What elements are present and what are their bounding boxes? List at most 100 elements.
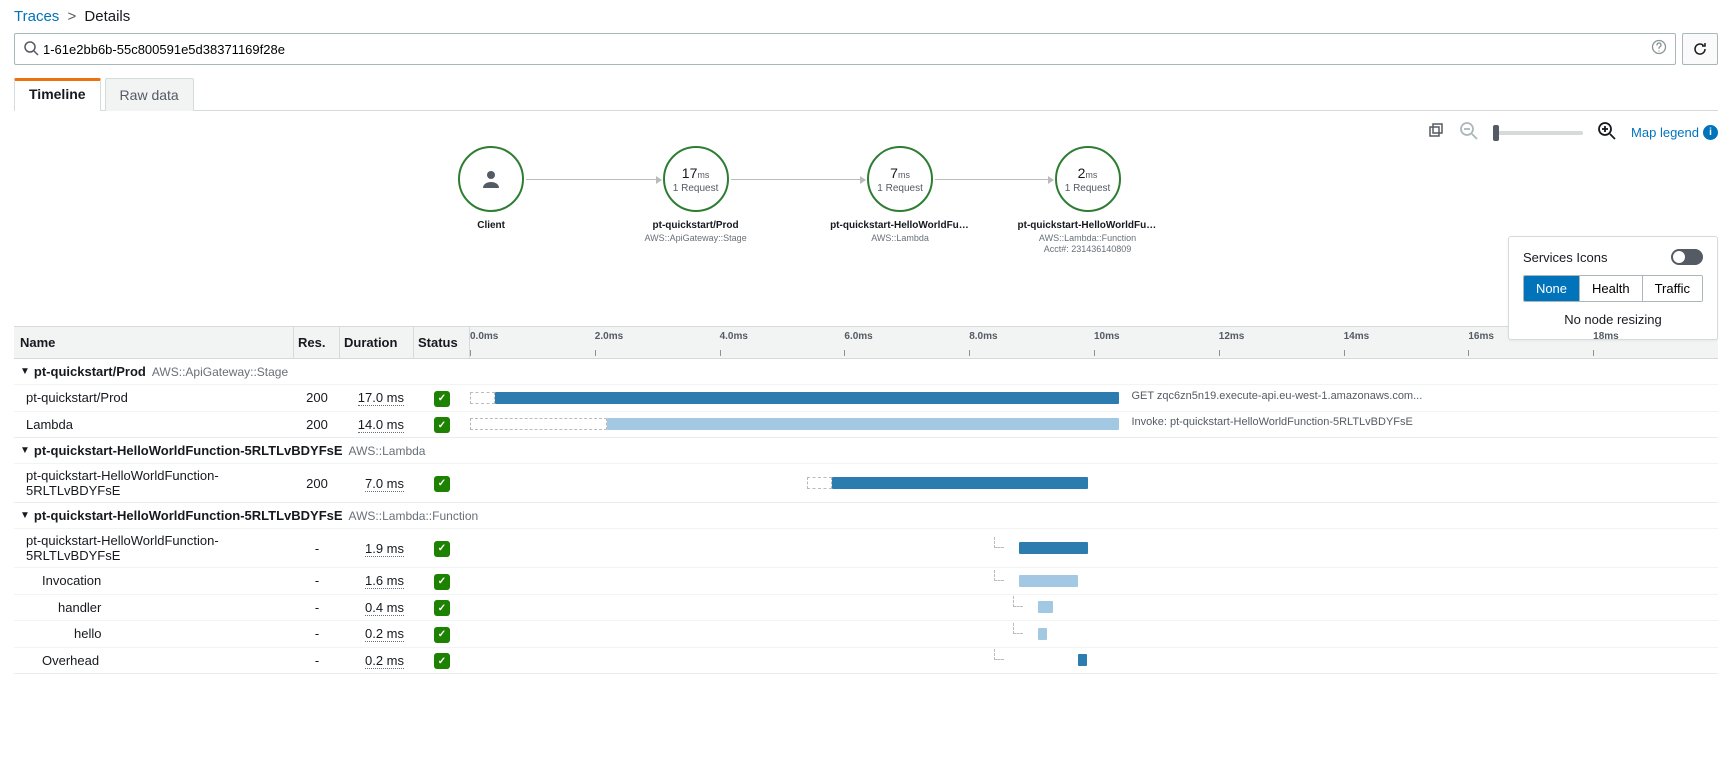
- group-header[interactable]: ▼pt-quickstart-HelloWorldFunction-5RLTLv…: [14, 503, 1718, 528]
- check-icon: ✓: [434, 574, 450, 590]
- segment-bar-area: [470, 537, 1718, 559]
- seg-traffic[interactable]: Traffic: [1643, 276, 1702, 301]
- timeline-bar: [1038, 628, 1047, 640]
- segment-bar-area: GET zqc6zn5n19.execute-api.eu-west-1.ama…: [470, 387, 1718, 409]
- help-icon[interactable]: [1651, 39, 1667, 59]
- bar-label: GET zqc6zn5n19.execute-api.eu-west-1.ama…: [1131, 390, 1422, 402]
- zoom-in-icon[interactable]: [1597, 121, 1617, 144]
- segment-name: Overhead: [14, 649, 294, 672]
- group-header[interactable]: ▼ pt-quickstart/Prod AWS::ApiGateway::Stag…: [14, 359, 1718, 384]
- tabs: Timeline Raw data: [14, 77, 1718, 111]
- segment-status: ✓: [414, 412, 470, 438]
- search-box[interactable]: [14, 33, 1676, 65]
- segment-status: ✓: [414, 595, 470, 621]
- breadcrumb: Traces > Details: [0, 0, 1732, 33]
- breadcrumb-sep: >: [67, 8, 76, 25]
- segment-name: pt-quickstart-HelloWorldFunction-5RLTLvB…: [14, 464, 294, 502]
- table-row[interactable]: Lambda20014.0 ms ✓ Invoke: pt-quickstart-H…: [14, 411, 1718, 438]
- search-icon: [23, 40, 39, 59]
- segment-status: ✓: [414, 648, 470, 674]
- segment-response: -: [294, 649, 340, 672]
- group-type: AWS::Lambda::Function: [349, 509, 479, 523]
- segment-bar-area: Invoke: pt-quickstart-HelloWorldFunction…: [470, 413, 1718, 435]
- segment-duration: 0.2 ms: [340, 649, 414, 672]
- search-input[interactable]: [39, 36, 1651, 63]
- breadcrumb-current: Details: [84, 8, 130, 25]
- table-row[interactable]: pt-quickstart-HelloWorldFunction-5RLTLvB…: [14, 528, 1718, 567]
- tick: 14ms: [1344, 327, 1469, 358]
- service-map[interactable]: Client 17ms 1 Request pt-quickstart/Prod…: [14, 146, 1718, 326]
- chevron-down-icon: ▼: [20, 366, 30, 377]
- segment-status: ✓: [414, 470, 470, 496]
- zoom-slider[interactable]: [1493, 131, 1583, 135]
- segment-duration: 17.0 ms: [340, 386, 414, 409]
- segment-response: -: [294, 569, 340, 592]
- tick: 18ms: [1593, 327, 1718, 358]
- map-node-apigateway[interactable]: 17ms 1 Request pt-quickstart/Prod AWS::A…: [626, 146, 766, 243]
- group-header[interactable]: ▼pt-quickstart-HelloWorldFunction-5RLTLv…: [14, 438, 1718, 463]
- check-icon: ✓: [434, 653, 450, 669]
- segment-response: -: [294, 537, 340, 560]
- segment-status: ✓: [414, 568, 470, 594]
- node-account: Acct#: 231436140809: [1018, 244, 1158, 254]
- tab-timeline[interactable]: Timeline: [14, 78, 101, 111]
- map-legend-link[interactable]: Map legend i: [1631, 125, 1718, 140]
- table-row[interactable]: pt-quickstart-HelloWorldFunction-5RLTLvB…: [14, 463, 1718, 502]
- table-header: Name Res. Duration Status 0.0ms2.0ms4.0m…: [14, 327, 1718, 359]
- map-node-client[interactable]: Client: [421, 146, 561, 231]
- group-name: pt-quickstart/Prod: [34, 364, 146, 379]
- table-row[interactable]: pt-quickstart/Prod20017.0 ms✓ GET zqc6zn5…: [14, 384, 1718, 411]
- breadcrumb-root[interactable]: Traces: [14, 8, 59, 25]
- group-name: pt-quickstart-HelloWorldFunction-5RLTLvB…: [34, 443, 343, 458]
- tick: 0.0ms: [470, 327, 595, 358]
- group-type: AWS::ApiGateway::Stage: [152, 365, 288, 379]
- zoom-out-icon[interactable]: [1459, 121, 1479, 144]
- node-sublabel: AWS::ApiGateway::Stage: [626, 233, 766, 243]
- check-icon: ✓: [434, 600, 450, 616]
- map-mode-segment: None Health Traffic: [1523, 275, 1703, 302]
- map-legend-label: Map legend: [1631, 125, 1699, 140]
- timeline-bar: [607, 418, 1119, 430]
- info-icon: i: [1703, 125, 1718, 140]
- timeline-bar: [1078, 654, 1087, 666]
- segment-duration: 0.2 ms: [340, 622, 414, 645]
- overlap-icon[interactable]: [1427, 122, 1445, 143]
- segment-status: ✓: [414, 535, 470, 561]
- segment-bar-area: [470, 472, 1718, 494]
- segment-bar-area: [470, 649, 1718, 671]
- seg-none[interactable]: None: [1524, 276, 1580, 301]
- map-node-lambda-function[interactable]: 2ms 1 Request pt-quickstart-HelloWorldFu…: [1018, 146, 1158, 254]
- table-row[interactable]: handler-0.4 ms✓: [14, 594, 1718, 621]
- col-res: Res.: [294, 327, 340, 358]
- segment-response: 200: [294, 413, 340, 436]
- table-row[interactable]: Invocation-1.6 ms✓: [14, 567, 1718, 594]
- segment-status: ✓: [414, 385, 470, 411]
- segments-table: Name Res. Duration Status 0.0ms2.0ms4.0m…: [14, 326, 1718, 674]
- bar-label: Invoke: pt-quickstart-HelloWorldFunction…: [1131, 416, 1412, 428]
- node-sublabel: AWS::Lambda::Function: [1018, 233, 1158, 243]
- seg-health[interactable]: Health: [1580, 276, 1643, 301]
- table-row[interactable]: Overhead-0.2 ms ✓: [14, 647, 1718, 674]
- segment-response: -: [294, 596, 340, 619]
- tick: 4.0ms: [720, 327, 845, 358]
- segment-response: 200: [294, 386, 340, 409]
- tick: 8.0ms: [969, 327, 1094, 358]
- check-icon: ✓: [434, 417, 450, 433]
- segment-name: handler: [14, 596, 294, 619]
- map-node-lambda[interactable]: 7ms 1 Request pt-quickstart-HelloWorldFu…: [830, 146, 970, 243]
- col-chart: 0.0ms2.0ms4.0ms6.0ms8.0ms10ms12ms14ms16m…: [470, 327, 1718, 358]
- node-label: pt-quickstart-HelloWorldFuncti...: [830, 220, 970, 231]
- tick: 12ms: [1219, 327, 1344, 358]
- segment-duration: 1.6 ms: [340, 569, 414, 592]
- tab-raw-data[interactable]: Raw data: [105, 78, 194, 111]
- refresh-button[interactable]: [1682, 33, 1718, 65]
- segment-duration: 14.0 ms: [340, 413, 414, 436]
- table-row[interactable]: hello-0.2 ms✓: [14, 620, 1718, 647]
- services-icons-toggle[interactable]: [1671, 249, 1703, 265]
- segment-name: hello: [14, 622, 294, 645]
- col-dur: Duration: [340, 327, 414, 358]
- node-label: Client: [421, 220, 561, 231]
- segment-name: Lambda: [14, 413, 294, 436]
- user-icon: [479, 167, 503, 191]
- segment-name: pt-quickstart/Prod: [14, 386, 294, 409]
